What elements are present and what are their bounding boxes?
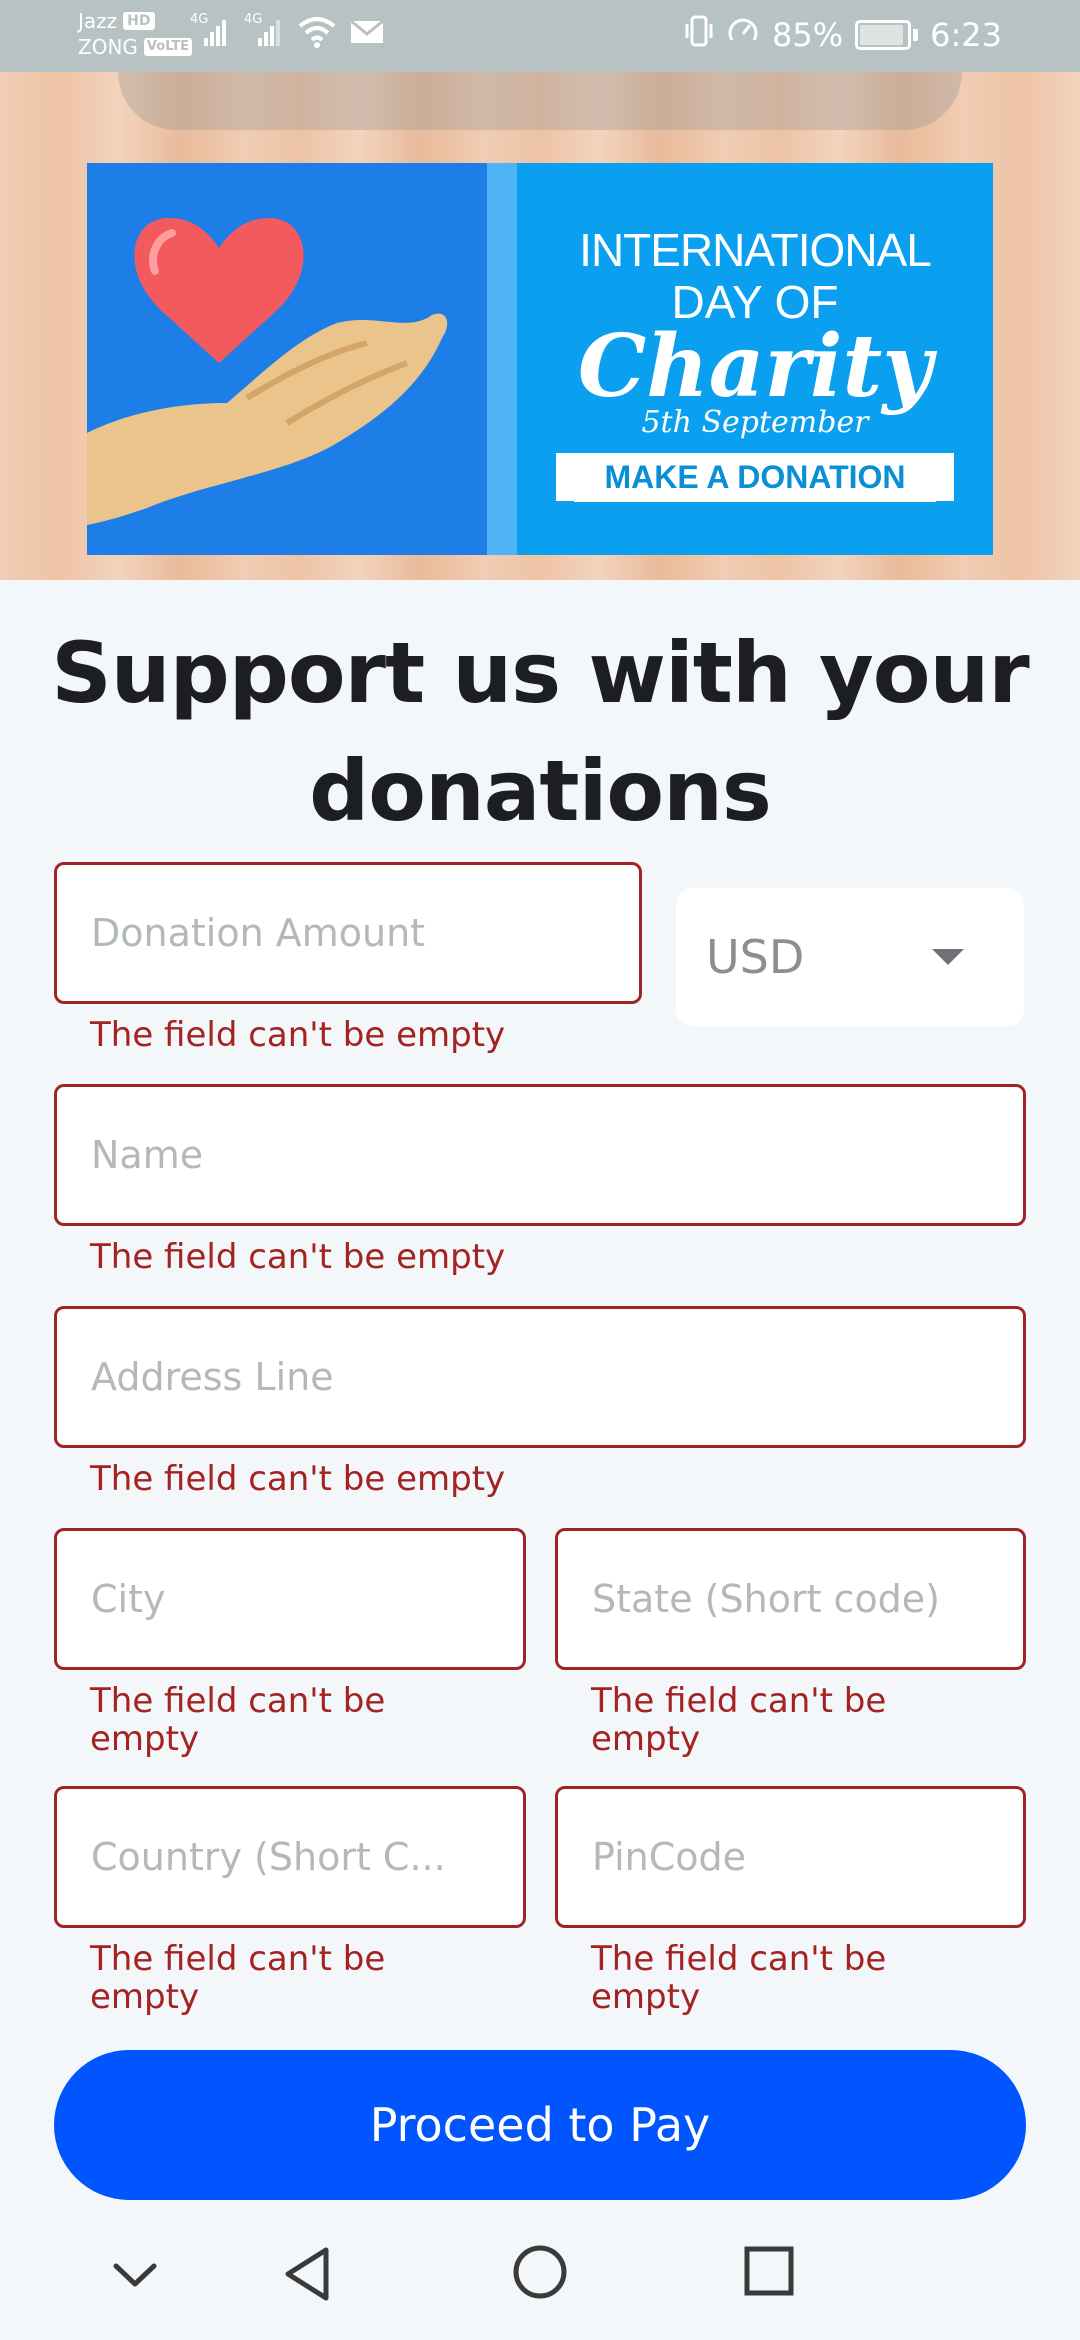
recents-icon[interactable] (744, 2246, 794, 2300)
data-saver-icon (726, 14, 760, 56)
hero-section: INTERNATIONAL DAY OF Charity 5th Septemb… (0, 72, 1080, 580)
name-error: The field can't be empty (90, 1237, 506, 1277)
city-error: The field can't be empty (90, 1681, 386, 1759)
banner-ribbon: MAKE A DONATION (556, 453, 954, 502)
carrier-2-name: ZONG (78, 35, 138, 59)
back-icon[interactable] (282, 2246, 332, 2306)
country-field (54, 1786, 526, 1928)
clock: 6:23 (930, 16, 1002, 54)
system-nav-bar (0, 2210, 1080, 2340)
battery-percent: 85% (772, 16, 844, 54)
network-icons: 4G 4G (190, 12, 384, 52)
pincode-input[interactable] (558, 1789, 1023, 1925)
banner-line-1: INTERNATIONAL (579, 224, 932, 276)
country-input[interactable] (57, 1789, 523, 1925)
wifi-icon (298, 16, 336, 52)
hd-badge: HD (123, 12, 155, 30)
status-bar: Jazz HD ZONG VoLTE 4G 4G 85% 6:23 (0, 0, 1080, 72)
country-error: The field can't be empty (90, 1939, 386, 2017)
pincode-field (555, 1786, 1026, 1928)
donation-amount-input[interactable] (57, 865, 639, 1001)
city-field (54, 1528, 526, 1670)
name-field (54, 1084, 1026, 1226)
state-error: The field can't be empty (591, 1681, 887, 1759)
carrier-info: Jazz HD ZONG VoLTE (78, 8, 193, 60)
state-field (555, 1528, 1026, 1670)
banner-charity: Charity (577, 316, 933, 417)
mail-icon (350, 18, 384, 50)
caret-down-icon (932, 949, 964, 965)
banner-left-panel (87, 163, 487, 555)
city-input[interactable] (57, 1531, 523, 1667)
status-right: 85% 6:23 (684, 14, 1002, 56)
donation-amount-error: The field can't be empty (90, 1015, 506, 1055)
heart-hand-icon (87, 218, 448, 525)
signal-icon: 4G (244, 12, 284, 52)
battery-icon (855, 20, 919, 50)
donation-amount-field (54, 862, 642, 1004)
network-1-label: 4G (190, 12, 209, 27)
address-field (54, 1306, 1026, 1448)
currency-dropdown[interactable]: USD (676, 888, 1024, 1026)
volte-badge: VoLTE (143, 38, 193, 56)
state-input[interactable] (558, 1531, 1023, 1667)
home-icon[interactable] (512, 2244, 568, 2304)
banner-stripe (487, 163, 517, 555)
banner-text: INTERNATIONAL DAY OF Charity 5th Septemb… (517, 223, 993, 502)
name-input[interactable] (57, 1087, 1023, 1223)
chevron-down-icon[interactable] (112, 2260, 158, 2294)
address-input[interactable] (57, 1309, 1023, 1445)
pincode-error: The field can't be empty (591, 1939, 887, 2017)
hero-shade (118, 72, 962, 130)
currency-value: USD (706, 930, 805, 984)
network-2-label: 4G (244, 12, 263, 27)
proceed-to-pay-button[interactable]: Proceed to Pay (54, 2050, 1026, 2200)
charity-banner: INTERNATIONAL DAY OF Charity 5th Septemb… (87, 163, 993, 555)
address-error: The field can't be empty (90, 1459, 506, 1499)
page-title: Support us with your donations (51, 624, 1029, 840)
signal-icon: 4G (190, 12, 230, 52)
carrier-1-name: Jazz (78, 9, 118, 33)
vibrate-icon (684, 14, 714, 56)
